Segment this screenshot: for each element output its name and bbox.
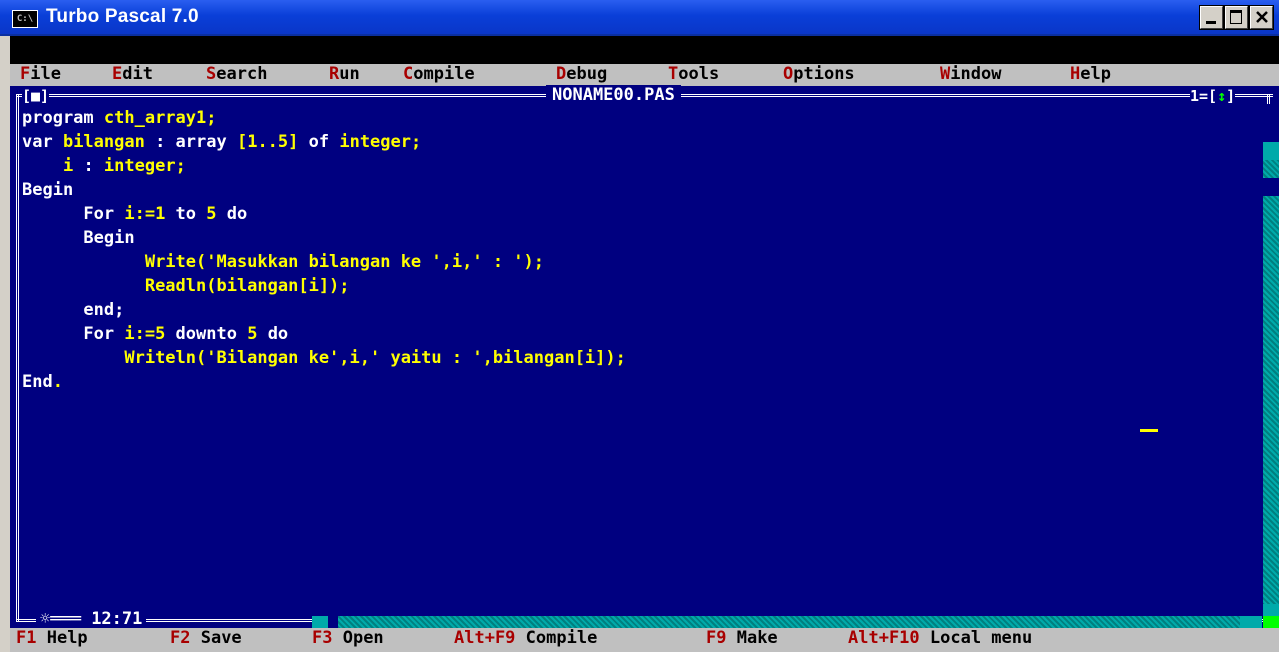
console-icon[interactable]: C:\ bbox=[12, 10, 38, 28]
code-identifier: 5 bbox=[247, 324, 258, 344]
code-keyword: For bbox=[22, 204, 125, 224]
code-identifier: bilangan bbox=[62, 132, 145, 152]
menu-file[interactable]: File bbox=[20, 64, 61, 86]
code-identifier: . bbox=[52, 372, 63, 392]
editor-filename: NONAME00.PAS bbox=[546, 85, 681, 105]
code-keyword bbox=[22, 276, 145, 296]
menu-compile[interactable]: Compile bbox=[403, 64, 475, 86]
menu-bar: File Edit Search Run Compile Debug Tools… bbox=[10, 64, 1279, 86]
vertical-scroll-thumb[interactable] bbox=[1263, 178, 1279, 196]
code-line[interactable]: Write('Masukkan bilangan ke ',i,' : '); bbox=[22, 250, 1242, 274]
code-keyword: to bbox=[165, 204, 207, 224]
code-identifier: i:=5 bbox=[124, 324, 166, 344]
code-identifier: 5 bbox=[206, 204, 217, 224]
code-keyword: program bbox=[22, 108, 104, 128]
code-keyword bbox=[22, 252, 145, 272]
cursor-position-label: 12:71 bbox=[91, 609, 143, 629]
code-identifier: i bbox=[62, 156, 74, 176]
close-icon bbox=[1256, 11, 1268, 23]
code-line[interactable]: Begin bbox=[22, 178, 1242, 202]
editor-close-box[interactable]: [■] bbox=[22, 87, 50, 105]
code-identifier: Write('Masukkan bilangan ke ',i,' : '); bbox=[144, 252, 544, 272]
code-keyword bbox=[22, 348, 124, 368]
status-save[interactable]: F2 Save bbox=[170, 628, 242, 652]
code-line[interactable]: For i:=1 to 5 do bbox=[22, 202, 1242, 226]
status-compile[interactable]: Alt+F9 Compile bbox=[454, 628, 597, 652]
minimize-button[interactable] bbox=[1199, 5, 1224, 30]
title-bar: C:\ Turbo Pascal 7.0 bbox=[0, 0, 1279, 36]
editor-frame-right bbox=[1267, 94, 1270, 104]
zoom-arrow-icon[interactable]: ↕ bbox=[1217, 87, 1226, 105]
code-line[interactable]: End. bbox=[22, 370, 1242, 394]
code-line[interactable]: end; bbox=[22, 298, 1242, 322]
code-line[interactable]: var bilangan : array [1..5] of integer; bbox=[22, 130, 1242, 154]
code-area[interactable]: program cth_array1; var bilangan : array … bbox=[22, 106, 1242, 394]
code-keyword: downto bbox=[165, 324, 248, 344]
code-keyword: of bbox=[298, 132, 340, 152]
code-keyword: do bbox=[257, 324, 289, 344]
code-identifier: cth_array1; bbox=[103, 108, 217, 128]
close-button[interactable] bbox=[1249, 5, 1274, 30]
status-bar: F1 Help F2 Save F3 Open Alt+F9 Compile F… bbox=[10, 628, 1279, 652]
maximize-button[interactable] bbox=[1224, 5, 1249, 30]
code-identifier: Writeln('Bilangan ke',i,' yaitu : ',bila… bbox=[124, 348, 626, 368]
scroll-up-arrow-icon[interactable] bbox=[1263, 142, 1279, 160]
editor-window[interactable]: [■] NONAME00.PAS 1=[↕] program cth_array… bbox=[10, 85, 1279, 634]
cursor-position: ☼═══ 12:71 bbox=[36, 609, 147, 629]
code-keyword: do bbox=[216, 204, 248, 224]
editor-frame-left bbox=[16, 94, 19, 622]
status-local-menu[interactable]: Alt+F10 Local menu bbox=[848, 628, 1032, 652]
window-number-end: ] bbox=[1226, 87, 1236, 105]
menu-search[interactable]: Search bbox=[206, 64, 267, 86]
code-keyword: Begin bbox=[22, 228, 135, 248]
menu-help[interactable]: Help bbox=[1070, 64, 1111, 86]
window-number-label: 1=[ bbox=[1190, 87, 1218, 105]
code-line[interactable]: Readln(bilangan[i]); bbox=[22, 274, 1242, 298]
menu-run[interactable]: Run bbox=[329, 64, 360, 86]
menu-options[interactable]: Options bbox=[783, 64, 855, 86]
status-make[interactable]: F9 Make bbox=[706, 628, 778, 652]
vertical-scrollbar[interactable] bbox=[1263, 144, 1279, 622]
menu-tools[interactable]: Tools bbox=[668, 64, 719, 86]
code-keyword: : array bbox=[144, 132, 237, 152]
code-line[interactable]: program cth_array1; bbox=[22, 106, 1242, 130]
status-help[interactable]: F1 Help bbox=[16, 628, 88, 652]
code-identifier: integer; bbox=[103, 156, 186, 176]
text-cursor bbox=[1140, 429, 1158, 432]
close-box-label: [■] bbox=[22, 87, 50, 105]
code-keyword: Begin bbox=[22, 180, 74, 200]
code-identifier: Readln(bilangan[i]); bbox=[144, 276, 350, 296]
code-identifier: [1..5] bbox=[236, 132, 299, 152]
window-title: Turbo Pascal 7.0 bbox=[46, 6, 199, 27]
code-line[interactable]: Writeln('Bilangan ke',i,' yaitu : ',bila… bbox=[22, 346, 1242, 370]
menu-edit[interactable]: Edit bbox=[112, 64, 153, 86]
code-line[interactable]: For i:=5 downto 5 do bbox=[22, 322, 1242, 346]
code-line[interactable]: i : integer; bbox=[22, 154, 1242, 178]
menu-window[interactable]: Window bbox=[940, 64, 1001, 86]
status-open[interactable]: F3 Open bbox=[312, 628, 384, 652]
dos-screen: File Edit Search Run Compile Debug Tools… bbox=[10, 36, 1279, 652]
window-number[interactable]: 1=[↕] bbox=[1190, 87, 1236, 105]
code-identifier: integer; bbox=[339, 132, 422, 152]
code-keyword bbox=[22, 156, 63, 176]
modified-star-icon: ☼═══ bbox=[40, 609, 92, 629]
code-line[interactable]: Begin bbox=[22, 226, 1242, 250]
code-keyword: End bbox=[22, 372, 53, 392]
screen-top-gap bbox=[10, 36, 1279, 64]
code-identifier: i:=1 bbox=[124, 204, 166, 224]
code-keyword: end; bbox=[22, 300, 125, 320]
code-keyword: For bbox=[22, 324, 125, 344]
code-keyword: : bbox=[73, 156, 104, 176]
code-keyword: var bbox=[22, 132, 63, 152]
menu-debug[interactable]: Debug bbox=[556, 64, 607, 86]
